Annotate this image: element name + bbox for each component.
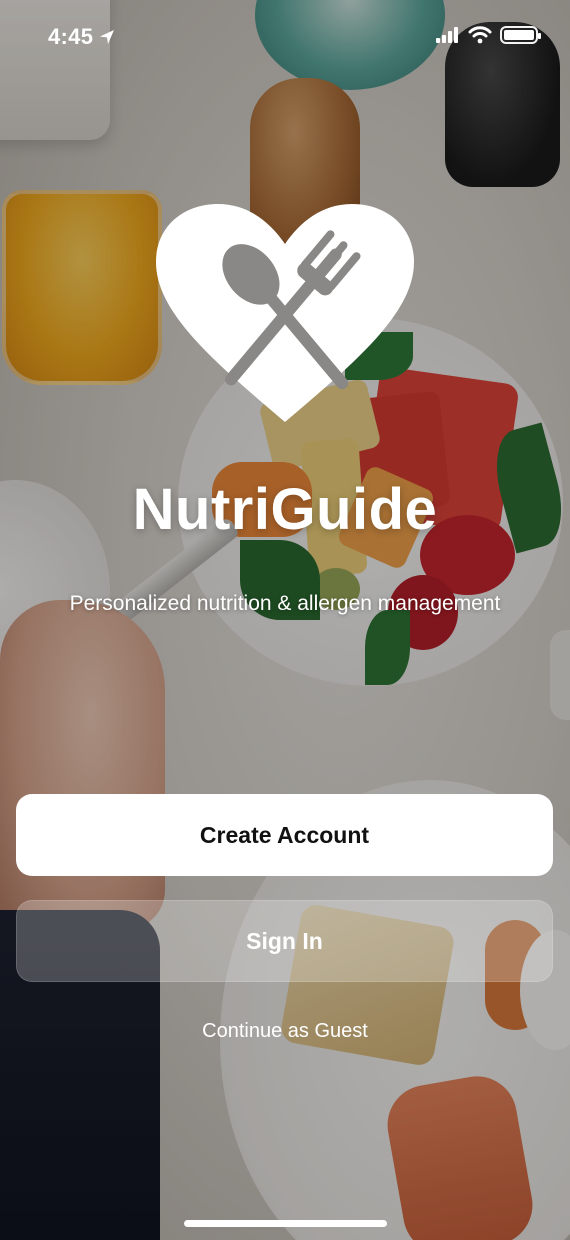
location-arrow-icon: [100, 30, 115, 44]
sign-in-button[interactable]: Sign In: [16, 900, 553, 982]
time-text: 4:45: [48, 24, 94, 49]
continue-as-guest-link[interactable]: Continue as Guest: [0, 1020, 570, 1043]
welcome-screen: 4:45 NutriGuide Personalized nutrition &…: [0, 0, 570, 1240]
app-name: NutriGuide: [132, 477, 438, 542]
app-tagline: Personalized nutrition & allergen manage…: [69, 592, 501, 615]
create-account-button[interactable]: Create Account: [16, 794, 553, 876]
wifi-icon: [468, 26, 492, 44]
battery-icon: [500, 26, 541, 44]
dark-overlay: [0, 0, 570, 1240]
status-time: 4:45: [48, 24, 115, 50]
status-bar: 4:45: [0, 0, 570, 78]
heart-fork-spoon-icon: [156, 204, 414, 422]
home-indicator[interactable]: [184, 1220, 387, 1227]
cellular-signal-icon: [436, 27, 458, 43]
status-icons: [436, 26, 541, 44]
